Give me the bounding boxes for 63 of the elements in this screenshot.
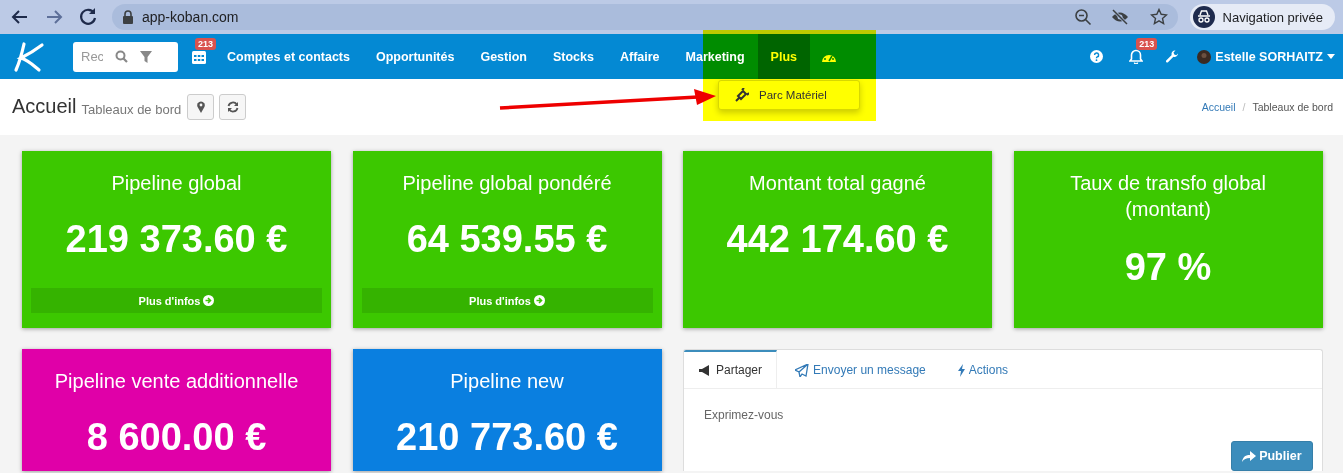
breadcrumb-link[interactable]: Accueil bbox=[1201, 101, 1236, 113]
refresh-icon bbox=[226, 101, 239, 113]
card-value: 64 539.55 € bbox=[406, 218, 608, 261]
card-title: Pipeline new bbox=[450, 369, 564, 394]
breadcrumb-current: Tableaux de bord bbox=[1252, 101, 1333, 113]
star-icon[interactable] bbox=[1149, 8, 1168, 26]
location-button[interactable] bbox=[187, 94, 215, 120]
wrench-icon[interactable] bbox=[1165, 49, 1180, 64]
url-text: app-koban.com bbox=[142, 9, 239, 25]
megaphone-icon bbox=[698, 364, 712, 376]
avatar-icon bbox=[1197, 49, 1212, 64]
arrow-circle-icon bbox=[203, 295, 215, 306]
share-arrow-icon bbox=[1242, 450, 1257, 462]
card-value: 8 600.00 € bbox=[86, 416, 267, 459]
user-menu[interactable]: Estelle SORHAITZ bbox=[1197, 49, 1335, 64]
tab[interactable]: Envoyer un message bbox=[781, 350, 940, 388]
page-title: Accueil bbox=[12, 94, 77, 118]
incognito-label: Navigation privée bbox=[1222, 9, 1323, 25]
calendar-icon[interactable] bbox=[192, 49, 206, 64]
menu-item[interactable]: Gestion bbox=[467, 34, 540, 79]
search-field[interactable]: Rec bbox=[81, 49, 103, 64]
plug-icon bbox=[735, 88, 749, 102]
arrow-circle-icon bbox=[533, 295, 545, 306]
more-info-link[interactable]: Plus d'infos bbox=[361, 288, 653, 313]
map-pin-icon bbox=[196, 101, 205, 113]
card-title: Pipeline global bbox=[111, 171, 242, 196]
page-subtitle: Tableaux de bord bbox=[81, 101, 182, 117]
bell-icon[interactable] bbox=[1129, 49, 1144, 64]
menu-item[interactable]: Plus bbox=[757, 34, 810, 79]
eye-slash-icon[interactable] bbox=[1109, 8, 1130, 26]
card-value: 219 373.60 € bbox=[65, 218, 288, 261]
card-title: Montant total gagné bbox=[749, 171, 926, 196]
more-info-link[interactable]: Plus d'infos bbox=[31, 288, 322, 313]
menu-item[interactable]: Stocks bbox=[539, 34, 607, 79]
tab[interactable]: Actions bbox=[943, 350, 1023, 388]
count-badge: 213 bbox=[1136, 38, 1158, 50]
menu-item[interactable]: Comptes et contacts bbox=[214, 34, 363, 79]
paper-plane-icon bbox=[795, 363, 810, 377]
address-bar[interactable]: app-koban.com bbox=[112, 4, 1178, 30]
publish-button[interactable]: Publier bbox=[1231, 441, 1313, 471]
incognito-badge[interactable]: Navigation privée bbox=[1189, 4, 1335, 30]
refresh-button[interactable] bbox=[219, 94, 247, 120]
help-icon[interactable] bbox=[1090, 50, 1104, 63]
filter-icon[interactable] bbox=[140, 50, 152, 63]
menu-item[interactable]: Opportunités bbox=[362, 34, 468, 79]
lightning-icon bbox=[957, 363, 965, 377]
search-icon[interactable] bbox=[115, 50, 128, 63]
card-title: Pipeline global pondéré bbox=[402, 171, 612, 196]
zoom-out-icon[interactable] bbox=[1073, 8, 1092, 26]
card-value: 97 % bbox=[1124, 246, 1212, 289]
dropdown-item[interactable]: Parc Matériel bbox=[718, 80, 860, 110]
card-title: Pipeline vente additionnelle bbox=[54, 369, 299, 394]
card-value: 210 773.60 € bbox=[396, 416, 618, 459]
card-title: Taux de transfo global (montant) bbox=[1069, 171, 1267, 222]
tab[interactable]: Partager bbox=[684, 350, 778, 388]
incognito-icon bbox=[1192, 6, 1215, 28]
lock-icon bbox=[122, 10, 134, 24]
logo-icon[interactable] bbox=[12, 40, 46, 73]
caret-icon bbox=[1327, 54, 1335, 59]
count-badge: 213 bbox=[195, 38, 217, 50]
card-value: 442 174.60 € bbox=[726, 218, 949, 261]
breadcrumb-separator: / bbox=[1242, 101, 1246, 113]
menu-item[interactable]: Affaire bbox=[606, 34, 673, 79]
